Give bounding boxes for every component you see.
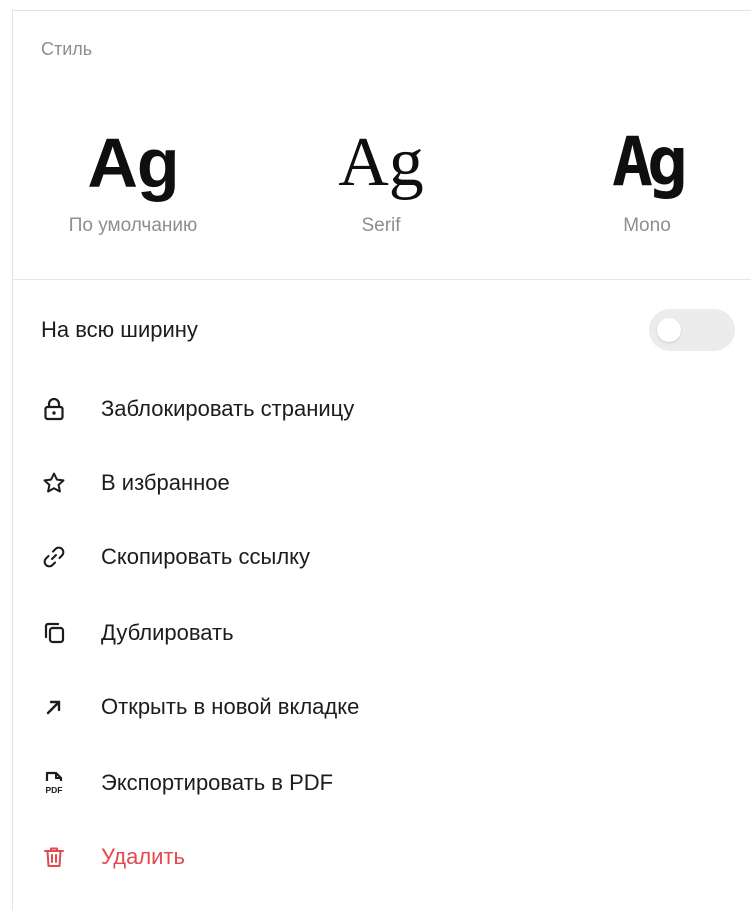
style-caption-default: По умолчанию [68, 215, 198, 236]
menu-item-export-pdf[interactable]: PDF Экспортировать в PDF [41, 763, 741, 803]
menu-item-delete[interactable]: Удалить [41, 837, 741, 877]
style-option-default[interactable]: Ag По умолчанию [33, 123, 233, 237]
toggle-knob [657, 318, 681, 342]
section-divider [13, 279, 751, 280]
trash-icon [41, 844, 67, 870]
menu-item-copy-link[interactable]: Скопировать ссылку [41, 537, 741, 577]
lock-icon [41, 396, 67, 422]
arrow-up-right-icon [41, 694, 67, 720]
style-caption-mono: Mono [623, 215, 671, 236]
menu-item-label: Скопировать ссылку [101, 544, 311, 569]
menu-item-duplicate[interactable]: Дублировать [41, 613, 741, 653]
menu-item-open-new-tab[interactable]: Открыть в новой вкладке [41, 687, 741, 727]
duplicate-icon [41, 620, 67, 646]
menu-item-label: Экспортировать в PDF [101, 770, 334, 795]
pdf-icon-text: PDF [46, 785, 63, 795]
menu-item-label: В избранное [101, 470, 230, 495]
full-width-toggle[interactable] [649, 309, 735, 351]
full-width-row[interactable]: На всю ширину [41, 310, 741, 350]
star-icon [41, 470, 67, 496]
menu-item-label: Открыть в новой вкладке [101, 694, 360, 719]
style-preview-serif: Ag [338, 124, 424, 201]
style-option-serif[interactable]: Ag Serif [281, 123, 481, 237]
style-section-label: Стиль [41, 39, 93, 59]
menu-item-label: Дублировать [101, 620, 234, 645]
style-preview-mono: Ag [612, 123, 688, 202]
menu-item-favorite[interactable]: В избранное [41, 463, 741, 503]
style-preview-default: Ag [87, 124, 179, 202]
full-width-label: На всю ширину [41, 317, 198, 342]
menu-item-label: Удалить [101, 844, 185, 869]
style-caption-serif: Serif [361, 215, 401, 236]
page-options-menu: Стиль Ag По умолчанию Ag Serif Ag Mono Н… [12, 10, 751, 910]
pdf-file-icon: PDF [41, 770, 67, 796]
style-option-mono[interactable]: Ag Mono [547, 123, 747, 237]
link-icon [41, 544, 67, 570]
menu-item-label: Заблокировать страницу [101, 396, 355, 421]
menu-item-lock-page[interactable]: Заблокировать страницу [41, 389, 741, 429]
